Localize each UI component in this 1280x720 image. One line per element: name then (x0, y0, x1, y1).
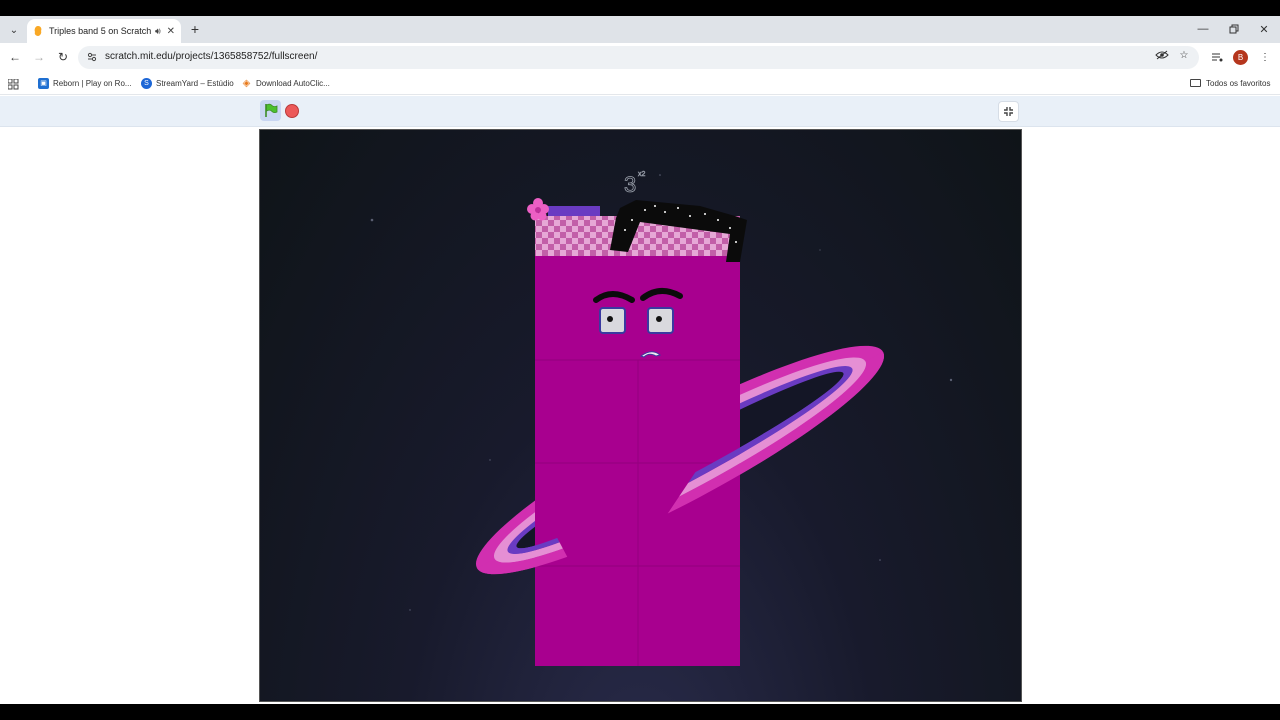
reborn-favicon: ▣ (38, 77, 49, 89)
all-bookmarks-label: Todos os favoritos (1206, 78, 1271, 88)
minimize-icon[interactable]: — (1188, 20, 1218, 38)
numberblock-three-character (527, 198, 747, 666)
media-controls-icon[interactable] (1210, 50, 1224, 64)
exit-fullscreen-button[interactable] (998, 101, 1019, 122)
stop-sign-button[interactable] (285, 104, 299, 118)
tab-search-chevron-icon[interactable]: ⌄ (5, 21, 23, 39)
bookmark-autoclicker[interactable]: ◈ Download AutoClic... (241, 76, 330, 90)
project-stage[interactable]: 3 x2 (259, 129, 1022, 702)
streamyard-favicon: S (141, 77, 152, 89)
bookmarks-bar: ▣ Reborn | Play on Ro... S StreamYard – … (0, 72, 1280, 95)
restore-icon[interactable] (1219, 20, 1249, 38)
stage-canvas: 3 x2 (370, 171, 953, 666)
screen-bottom-bar (0, 704, 1280, 720)
back-arrow-icon[interactable]: ← (7, 49, 23, 65)
green-flag-icon (264, 103, 277, 117)
screen: ⌄ Triples band 5 on Scratch 🔊︎ ✕ + — ✕ ←… (0, 0, 1280, 720)
forward-arrow-icon[interactable]: → (31, 49, 47, 65)
autoclicker-favicon: ◈ (242, 77, 251, 89)
site-settings-icon[interactable] (86, 51, 98, 63)
new-tab-plus-icon[interactable]: + (187, 21, 203, 37)
scratch-fullscreen-page: 3 x2 (0, 96, 1280, 704)
bookmark-streamyard[interactable]: S StreamYard – Estúdio (141, 76, 234, 90)
window-close-icon[interactable]: ✕ (1249, 20, 1279, 38)
tab-close-icon[interactable]: ✕ (167, 26, 175, 37)
address-bar[interactable]: scratch.mit.edu/projects/1365858752/full… (78, 46, 1199, 69)
speaker-icon[interactable]: 🔊︎ (155, 26, 161, 37)
tab-strip: ⌄ Triples band 5 on Scratch 🔊︎ ✕ + — ✕ (0, 16, 1280, 43)
tab-active[interactable]: Triples band 5 on Scratch 🔊︎ ✕ (27, 19, 181, 43)
url-text: scratch.mit.edu/projects/1365858752/full… (105, 51, 318, 62)
kebab-menu-icon[interactable]: ⋮ (1258, 50, 1272, 64)
browser-window: ⌄ Triples band 5 on Scratch 🔊︎ ✕ + — ✕ ←… (0, 16, 1280, 704)
scratch-favicon (33, 25, 43, 37)
exit-fullscreen-icon (1004, 107, 1013, 116)
profile-avatar[interactable]: B (1233, 50, 1248, 65)
bookmark-label: Reborn | Play on Ro... (53, 78, 132, 88)
character-number-label: 3 x2 (624, 171, 646, 198)
bookmark-label: Download AutoClic... (256, 78, 330, 88)
bookmark-star-icon[interactable]: ☆ (1177, 48, 1191, 62)
reload-icon[interactable]: ↻ (55, 49, 71, 65)
eye-off-icon[interactable] (1155, 48, 1169, 62)
apps-grid-icon[interactable] (7, 77, 20, 90)
stage-controls-bar (0, 96, 1280, 127)
number-label-superscript: x2 (638, 171, 646, 178)
bookmark-reborn[interactable]: ▣ Reborn | Play on Ro... (38, 76, 132, 90)
flower-icon (527, 198, 549, 221)
green-flag-button[interactable] (260, 100, 281, 121)
browser-toolbar: ← → ↻ scratch.mit.edu/projects/136585875… (0, 43, 1280, 72)
folder-icon (1190, 79, 1201, 87)
bookmark-label: StreamYard – Estúdio (156, 78, 234, 88)
all-bookmarks-folder[interactable]: Todos os favoritos (1190, 76, 1270, 90)
number-label-text: 3 (624, 172, 636, 197)
tab-title: Triples band 5 on Scratch (49, 26, 151, 36)
